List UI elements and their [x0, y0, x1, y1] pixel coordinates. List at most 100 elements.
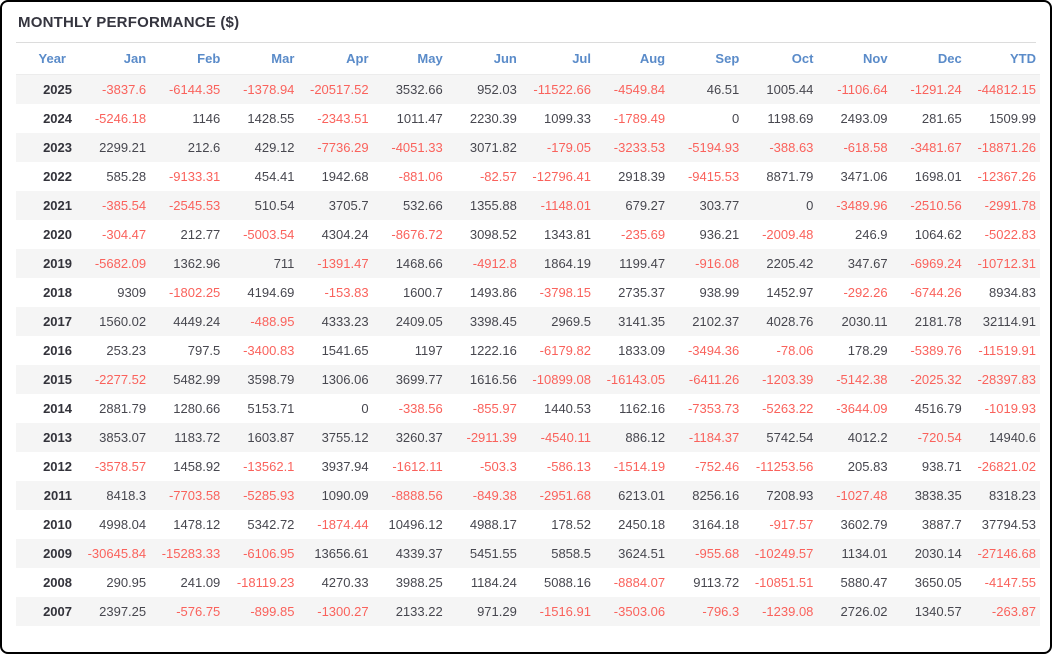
value-cell: -18871.26 — [977, 140, 1036, 155]
year-cell: 2016 — [43, 343, 72, 358]
value-cell: -13562.1 — [243, 459, 295, 474]
value-cell: -2510.56 — [910, 198, 962, 213]
value-cell: 1458.92 — [173, 459, 221, 474]
value-cell: 4194.69 — [247, 285, 295, 300]
value-cell: -916.08 — [695, 256, 740, 271]
value-cell: -20517.52 — [310, 82, 369, 97]
value-cell: 1478.12 — [173, 517, 221, 532]
value-cell: 532.66 — [402, 198, 443, 213]
value-cell: -2545.53 — [168, 198, 221, 213]
value-cell: 4998.04 — [99, 517, 147, 532]
table-row-2014: 2014 2881.79 1280.66 5153.71 0 -338.56 -855.97… — [16, 394, 1040, 423]
value-cell: -1874.44 — [317, 517, 369, 532]
value-cell: 3853.07 — [99, 430, 147, 445]
value-cell: 1198.69 — [767, 111, 814, 126]
value-cell: 1603.87 — [247, 430, 295, 445]
value-cell: -304.47 — [102, 227, 147, 242]
value-cell: 1600.7 — [402, 285, 443, 300]
table-header-row: Year Jan Feb Mar Apr May Jun Jul Aug Sep Oct Nov Dec… — [16, 43, 1040, 75]
column-header-jul: Jul — [520, 43, 595, 75]
value-cell: 2102.37 — [692, 314, 740, 329]
year-cell: 2012 — [43, 459, 72, 474]
value-cell: 2181.78 — [914, 314, 962, 329]
value-cell: 13656.61 — [314, 546, 369, 561]
column-header-nov: Nov — [817, 43, 892, 75]
value-cell: 1343.81 — [543, 227, 591, 242]
value-cell: 1355.88 — [469, 198, 517, 213]
value-cell: -10249.57 — [754, 546, 814, 561]
value-cell: 1184.24 — [470, 575, 517, 590]
value-cell: 2881.79 — [99, 401, 147, 416]
value-cell: -3481.67 — [910, 140, 962, 155]
value-cell: -488.95 — [250, 314, 295, 329]
value-cell: 178.52 — [551, 517, 591, 532]
value-cell: 711 — [273, 256, 295, 271]
value-cell: 8256.16 — [692, 488, 740, 503]
value-cell: -1148.01 — [540, 198, 591, 213]
value-cell: 1005.44 — [766, 82, 814, 97]
year-cell: 2009 — [43, 546, 72, 561]
value-cell: -7703.58 — [168, 488, 221, 503]
value-cell: -3837.6 — [102, 82, 147, 97]
value-cell: 2030.11 — [841, 314, 888, 329]
value-cell: -263.87 — [991, 604, 1036, 619]
value-cell: 1162.16 — [619, 401, 666, 416]
table-row-2008: 2008 290.95 241.09 -18119.23 4270.33 3988.25 1… — [16, 568, 1040, 597]
value-cell: -6144.35 — [168, 82, 221, 97]
table-body: 2025 -3837.6 -6144.35 -1378.94 -20517.52 3532… — [16, 74, 1040, 626]
value-cell: 454.41 — [254, 169, 295, 184]
value-cell: -11522.66 — [533, 82, 591, 97]
value-cell: -6106.95 — [243, 546, 295, 561]
page-title: MONTHLY PERFORMANCE ($) — [18, 14, 240, 31]
year-cell: 2015 — [43, 372, 72, 387]
year-cell: 2007 — [43, 604, 72, 619]
table-row-2021: 2021 -385.54 -2545.53 510.54 3705.7 532.66 135… — [16, 191, 1040, 220]
value-cell: 952.03 — [477, 82, 517, 97]
value-cell: 1340.57 — [914, 604, 962, 619]
value-cell: -881.06 — [398, 169, 443, 184]
value-cell: 0 — [732, 111, 740, 126]
value-cell: 4988.17 — [469, 517, 517, 532]
value-cell: 3532.66 — [395, 82, 443, 97]
monthly-performance-panel: MONTHLY PERFORMANCE ($) Year Jan Feb Mar Apr… — [0, 0, 1052, 654]
value-cell: -1378.94 — [243, 82, 295, 97]
table-row-2009: 2009 -30645.84 -15283.33 -6106.95 13656.61 43… — [16, 539, 1040, 568]
value-cell: -15283.33 — [161, 546, 221, 561]
value-cell: -6969.24 — [910, 256, 962, 271]
value-cell: -82.57 — [479, 169, 517, 184]
value-cell: -5246.18 — [94, 111, 147, 126]
table-row-2013: 2013 3853.07 1183.72 1603.87 3755.12 3260.37 -… — [16, 423, 1040, 452]
value-cell: -8884.07 — [613, 575, 666, 590]
value-cell: 797.5 — [187, 343, 221, 358]
value-cell: -9415.53 — [687, 169, 740, 184]
value-cell: 9113.72 — [693, 575, 740, 590]
column-header-dec: Dec — [891, 43, 966, 75]
value-cell: -10851.51 — [754, 575, 814, 590]
value-cell: 2735.37 — [618, 285, 666, 300]
value-cell: 3699.77 — [395, 372, 443, 387]
value-cell: 2726.02 — [840, 604, 888, 619]
value-cell: -4051.33 — [391, 140, 443, 155]
value-cell: 1616.56 — [469, 372, 517, 387]
value-cell: 1183.72 — [174, 430, 221, 445]
value-cell: 246.9 — [855, 227, 888, 242]
value-cell: 7208.93 — [766, 488, 814, 503]
value-cell: -9133.31 — [168, 169, 221, 184]
value-cell: -26821.02 — [977, 459, 1036, 474]
value-cell: -1106.64 — [837, 82, 888, 97]
column-header-aug: Aug — [594, 43, 670, 75]
table-row-2023: 2023 2299.21 212.6 429.12 -7736.29 -4051.33 30… — [16, 133, 1040, 162]
value-cell: 3098.52 — [469, 227, 517, 242]
column-header-jan: Jan — [76, 43, 151, 75]
value-cell: -12367.26 — [977, 169, 1036, 184]
year-cell: 2022 — [43, 169, 72, 184]
table-row-2025: 2025 -3837.6 -6144.35 -1378.94 -20517.52 3532… — [16, 74, 1040, 104]
value-cell: -1203.39 — [762, 372, 814, 387]
value-cell: 9309 — [117, 285, 147, 300]
value-cell: 429.12 — [254, 140, 295, 155]
value-cell: 3598.79 — [247, 372, 295, 387]
value-cell: 2230.39 — [469, 111, 517, 126]
value-cell: 3838.35 — [914, 488, 962, 503]
value-cell: 8871.79 — [766, 169, 814, 184]
year-cell: 2020 — [43, 227, 72, 242]
